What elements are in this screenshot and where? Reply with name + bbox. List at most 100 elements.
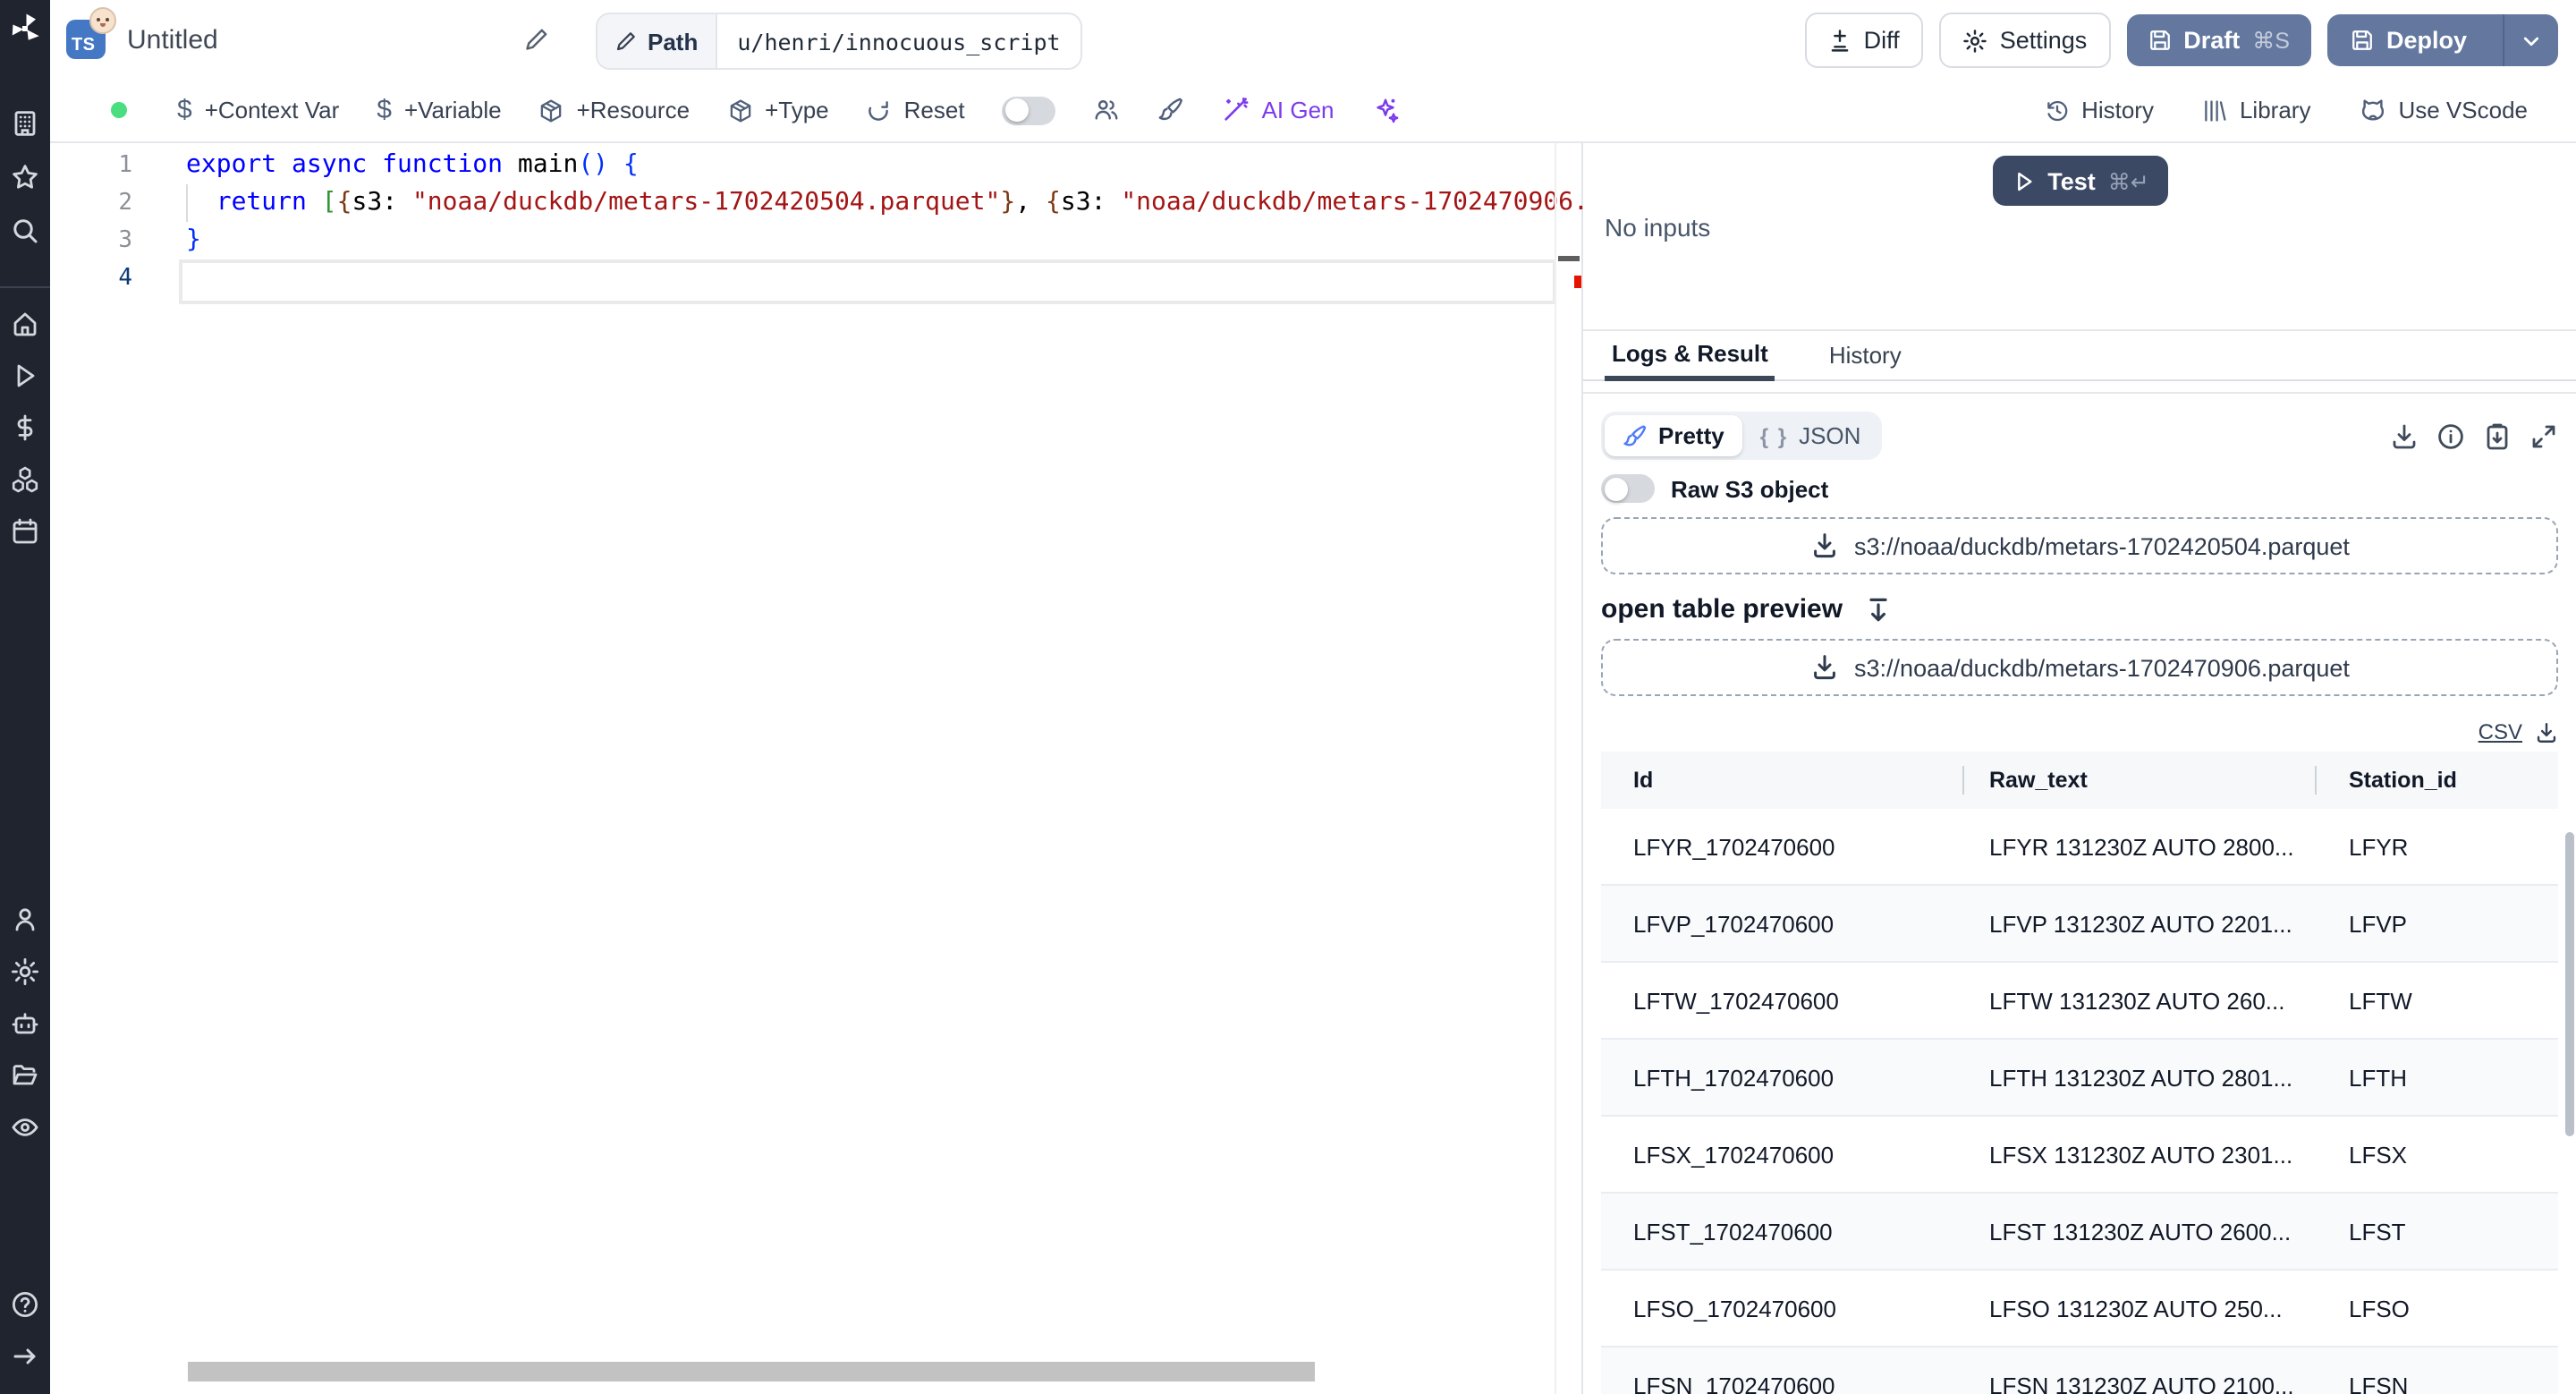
code-line[interactable]: 1 export async function main() { [50, 147, 1581, 184]
table-cell: LFSX 131230Z AUTO 2301... [1989, 1141, 2293, 1168]
collab-toggle[interactable] [1002, 96, 1056, 124]
table-cell: LFSX [2349, 1141, 2408, 1168]
open-table-preview-label[interactable]: open table preview [1601, 594, 1843, 625]
folders-icon[interactable] [11, 1061, 39, 1090]
add-variable-button[interactable]: $ +Variable [377, 95, 501, 125]
sparkles-icon[interactable] [1372, 97, 1399, 123]
audit-eye-icon[interactable] [11, 1113, 39, 1142]
use-vscode-button[interactable]: Use VScode [2359, 97, 2528, 123]
edit-title-pencil-icon[interactable] [524, 27, 549, 52]
reset-button[interactable]: Reset [867, 97, 965, 123]
table-cell: LFSN 131230Z AUTO 2100... [1989, 1372, 2294, 1394]
settings-button[interactable]: Settings [1938, 13, 2111, 68]
download-result-icon[interactable] [2390, 421, 2419, 450]
settings-gear-icon[interactable] [11, 957, 39, 986]
path-field[interactable]: Path u/henri/innocuous_script [596, 13, 1082, 70]
table-cell: LFTW [2349, 987, 2412, 1014]
expand-sidebar-arrow-icon[interactable] [11, 1342, 39, 1371]
resources-boxes-icon[interactable] [11, 465, 39, 494]
add-context-var-button[interactable]: $ +Context Var [177, 95, 339, 125]
windmill-logo-icon[interactable] [9, 13, 41, 45]
csv-download-icon[interactable] [2535, 720, 2558, 744]
table-cell: LFVP [2349, 910, 2408, 937]
runs-play-icon[interactable] [11, 361, 39, 390]
draft-button[interactable]: Draft ⌘S [2126, 14, 2311, 66]
home-icon[interactable] [11, 310, 39, 338]
download-icon [1809, 653, 1838, 682]
result-vertical-scrollbar[interactable] [2565, 832, 2574, 1136]
typescript-file-icon: TS [66, 7, 116, 59]
code-line[interactable]: 4 [50, 259, 1581, 297]
download-icon [1809, 531, 1838, 560]
windmill-app: TS Untitled Path u/henri/innocuous_scrip… [0, 0, 2576, 1394]
result-table: Id Raw_text Station_id LFYR_1702470600 LF… [1601, 752, 2558, 1394]
baby-emoji-badge [89, 7, 116, 34]
arrow-down-from-line-icon[interactable] [1864, 595, 1893, 624]
workers-bot-icon[interactable] [11, 1009, 39, 1038]
help-icon[interactable] [11, 1290, 39, 1319]
result-tabs: Logs & Result History [1583, 331, 2576, 381]
add-resource-button[interactable]: +Resource [539, 97, 690, 123]
code-lines: 1 export async function main() {2 return … [50, 143, 1589, 297]
table-row[interactable]: LFVP_1702470600 LFVP 131230Z AUTO 2201...… [1601, 886, 2558, 963]
column-header-station-id[interactable]: Station_id [2317, 752, 2558, 809]
csv-link[interactable]: CSV [2479, 719, 2522, 744]
json-option[interactable]: { } JSON [1742, 415, 1879, 456]
overview-ruler [1555, 143, 1581, 1394]
diff-button[interactable]: Diff [1804, 13, 1923, 68]
expand-icon[interactable] [2529, 421, 2558, 450]
tab-history[interactable]: History [1822, 331, 1909, 379]
pretty-option[interactable]: Pretty [1605, 415, 1742, 456]
sidebar [0, 0, 50, 1394]
table-row[interactable]: LFST_1702470600 LFST 131230Z AUTO 2600...… [1601, 1194, 2558, 1271]
deploy-dropdown-chevron[interactable] [2503, 14, 2558, 66]
table-cell: LFTH 131230Z AUTO 2801... [1989, 1064, 2293, 1091]
code-line[interactable]: 2 return [{s3: "noaa/duckdb/metars-17024… [50, 184, 1589, 222]
search-icon[interactable] [11, 217, 39, 245]
variables-dollar-icon[interactable] [11, 413, 39, 442]
no-inputs-label: No inputs [1605, 213, 1711, 242]
table-cell: LFSO 131230Z AUTO 250... [1989, 1295, 2283, 1322]
library-button[interactable]: Library [2202, 97, 2310, 123]
history-button[interactable]: History [2044, 97, 2154, 123]
code-editor[interactable]: 1 export async function main() {2 return … [50, 143, 1589, 1394]
code-text: } [186, 225, 201, 254]
editor-horizontal-scrollbar[interactable] [188, 1362, 1315, 1381]
table-row[interactable]: LFSO_1702470600 LFSO 131230Z AUTO 250... L… [1601, 1271, 2558, 1347]
workspace-icon[interactable] [11, 109, 39, 138]
table-row[interactable]: LFTH_1702470600 LFTH 131230Z AUTO 2801...… [1601, 1040, 2558, 1117]
info-icon[interactable] [2436, 421, 2465, 450]
table-cell: LFTW 131230Z AUTO 260... [1989, 987, 2285, 1014]
table-row[interactable]: LFYR_1702470600 LFYR 131230Z AUTO 2800...… [1601, 809, 2558, 886]
ai-gen-button[interactable]: AI Gen [1223, 97, 1335, 123]
test-button[interactable]: Test ⌘↵ [1993, 156, 2168, 206]
raw-s3-toggle[interactable] [1601, 474, 1655, 503]
save-icon [2351, 29, 2374, 52]
package-icon [539, 98, 564, 123]
column-header-raw-text[interactable]: Raw_text [1964, 752, 2317, 809]
deploy-button[interactable]: Deploy [2326, 14, 2558, 66]
table-row[interactable]: LFSX_1702470600 LFSX 131230Z AUTO 2301...… [1601, 1117, 2558, 1194]
path-pencil-icon [615, 30, 637, 52]
tab-logs-result[interactable]: Logs & Result [1605, 331, 1775, 381]
users-icon[interactable] [11, 905, 39, 934]
package-icon [727, 98, 752, 123]
table-cell: LFST [2349, 1218, 2406, 1245]
multiplayer-users-icon[interactable] [1094, 97, 1121, 123]
table-row[interactable]: LFSN_1702470600 LFSN 131230Z AUTO 2100...… [1601, 1347, 2558, 1394]
inputs-pane: Test ⌘↵ No inputs [1583, 143, 2576, 331]
s3-file-download-1[interactable]: s3://noaa/duckdb/metars-1702420504.parqu… [1601, 517, 2558, 574]
table-row[interactable]: LFTW_1702470600 LFTW 131230Z AUTO 260... L… [1601, 963, 2558, 1040]
schedules-calendar-icon[interactable] [11, 517, 39, 546]
s3-file-download-2[interactable]: s3://noaa/duckdb/metars-1702470906.parqu… [1601, 639, 2558, 696]
add-type-button[interactable]: +Type [727, 97, 829, 123]
code-line[interactable]: 3} [50, 222, 1581, 259]
table-cell: LFTW_1702470600 [1633, 987, 1839, 1014]
path-value[interactable]: u/henri/innocuous_script [717, 14, 1080, 68]
column-header-id[interactable]: Id [1601, 752, 1964, 809]
main-area: TS Untitled Path u/henri/innocuous_scrip… [50, 0, 2576, 1394]
copy-clipboard-icon[interactable] [2483, 421, 2512, 450]
gear-icon [1962, 28, 1987, 53]
favorites-star-icon[interactable] [11, 163, 39, 191]
format-paintbrush-icon[interactable] [1158, 97, 1185, 123]
